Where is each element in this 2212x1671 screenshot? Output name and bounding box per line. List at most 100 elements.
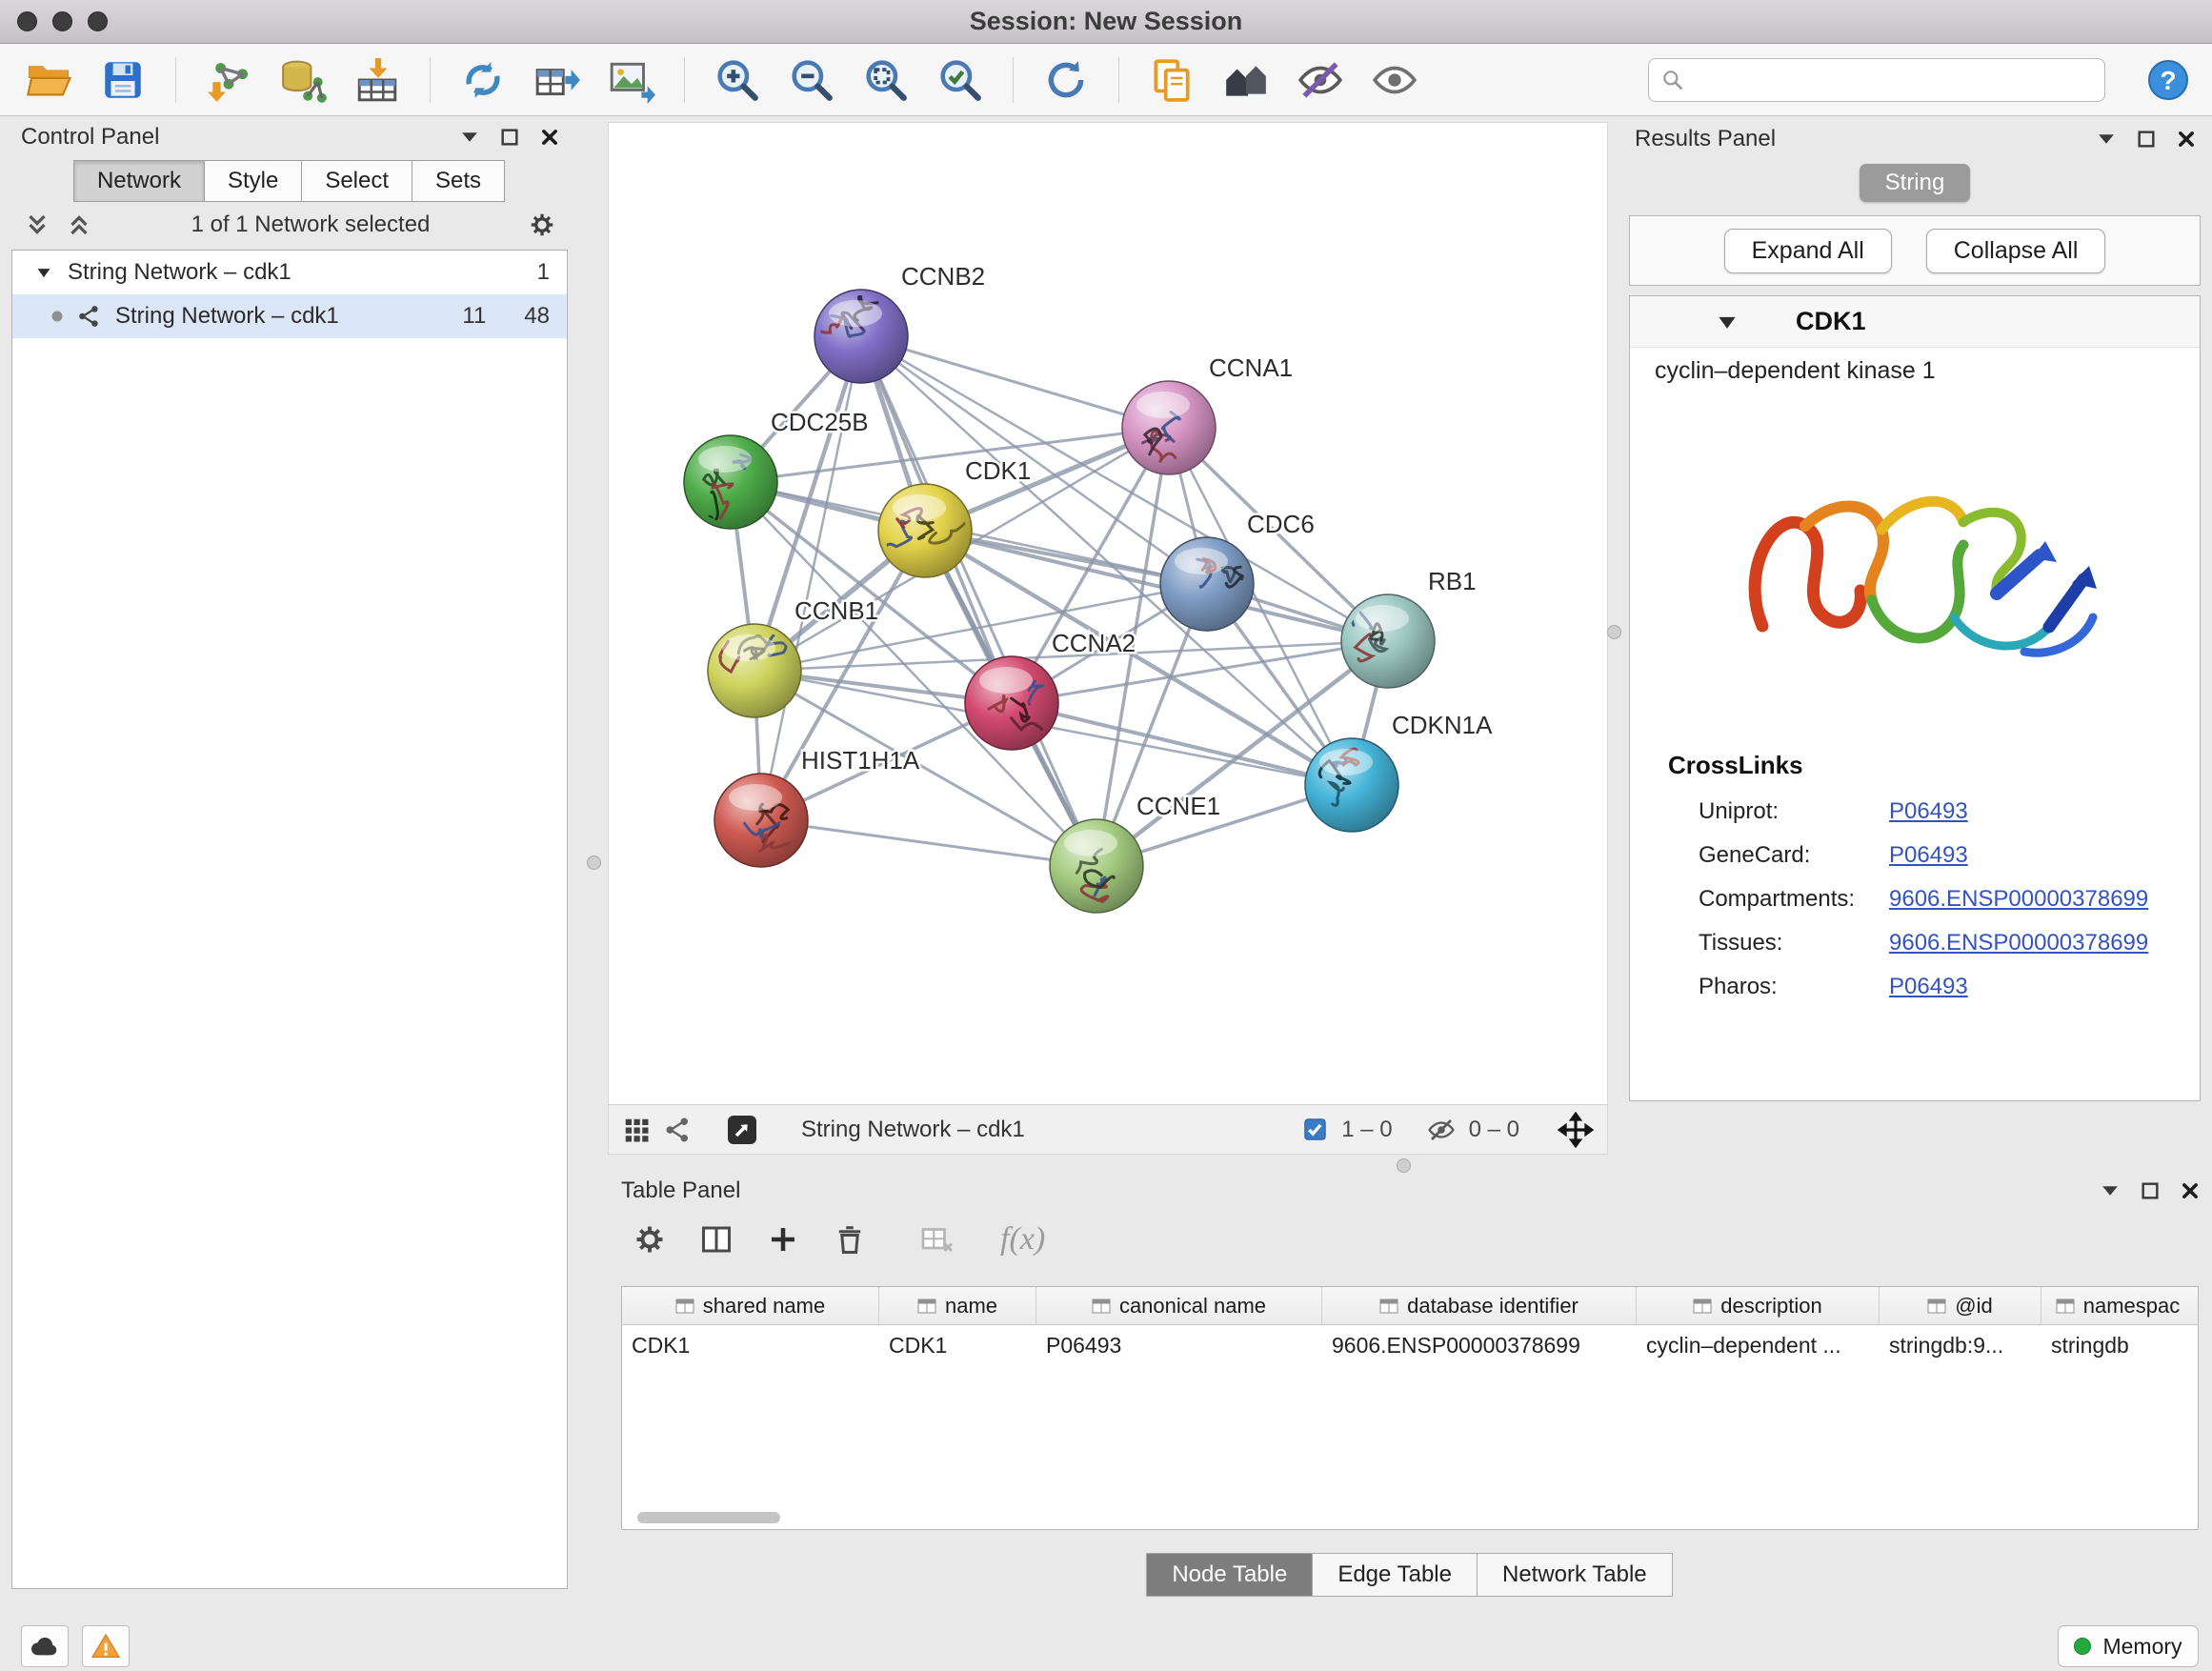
network-canvas[interactable]: CCNB2CCNA1CDC25BCDK1CDC6RB1CCNB1CCNA2CDK… <box>609 123 1607 1104</box>
cell-name[interactable]: CDK1 <box>879 1333 1036 1359</box>
import-network-file-button[interactable] <box>201 52 256 108</box>
tab-network-table[interactable]: Network Table <box>1477 1553 1673 1597</box>
column-header[interactable]: namespac <box>2041 1287 2194 1324</box>
tab-node-table[interactable]: Node Table <box>1146 1553 1313 1597</box>
cloud-status-button[interactable] <box>21 1625 69 1667</box>
cell-namespace[interactable]: stringdb <box>2041 1333 2194 1359</box>
pan-move-icon[interactable] <box>1558 1112 1594 1148</box>
tab-edge-table[interactable]: Edge Table <box>1312 1553 1478 1597</box>
show-columns-icon[interactable] <box>699 1222 734 1257</box>
cell-database-identifier[interactable]: 9606.ENSP00000378699 <box>1322 1333 1637 1359</box>
column-header[interactable]: database identifier <box>1322 1287 1637 1324</box>
selected-checkbox-icon[interactable] <box>1302 1117 1328 1142</box>
table-settings-gear-icon[interactable] <box>633 1222 667 1257</box>
expand-all-button[interactable]: Expand All <box>1724 229 1892 273</box>
open-session-button[interactable] <box>21 52 76 108</box>
zoom-fit-button[interactable] <box>858 52 914 108</box>
refresh-button[interactable] <box>1038 52 1094 108</box>
maximize-panel-icon[interactable] <box>2136 129 2157 150</box>
crosslink-link[interactable]: 9606.ENSP00000378699 <box>1889 930 2148 956</box>
network-node[interactable]: CDK1 <box>878 456 1031 577</box>
tab-select[interactable]: Select <box>301 160 412 202</box>
column-header[interactable]: name <box>879 1287 1036 1324</box>
copy-document-button[interactable] <box>1144 52 1199 108</box>
network-node[interactable]: HIST1H1A <box>714 746 920 867</box>
network-edge[interactable] <box>861 336 1169 428</box>
crosslink-link[interactable]: P06493 <box>1889 798 1968 825</box>
column-header[interactable]: @id <box>1880 1287 2041 1324</box>
column-header[interactable]: description <box>1637 1287 1880 1324</box>
tree-expand-icon[interactable] <box>35 266 52 279</box>
network-node[interactable]: CDC6 <box>1160 510 1315 631</box>
splitter-knob[interactable] <box>1607 625 1621 639</box>
export-image-button[interactable] <box>604 52 659 108</box>
cell-id[interactable]: stringdb:9... <box>1880 1333 2041 1359</box>
network-share-icon[interactable] <box>664 1116 693 1144</box>
expand-all-icon[interactable] <box>65 211 93 239</box>
delete-column-trash-icon[interactable] <box>833 1222 867 1257</box>
hide-graphics-button[interactable] <box>1293 52 1348 108</box>
birdseye-view-icon[interactable] <box>725 1113 759 1147</box>
gear-icon[interactable] <box>528 211 556 239</box>
splitter-knob[interactable] <box>587 856 601 870</box>
import-table-button[interactable] <box>350 52 405 108</box>
clear-table-icon[interactable] <box>920 1222 955 1257</box>
splitter-knob[interactable] <box>1397 1158 1411 1173</box>
tab-network[interactable]: Network <box>73 160 205 202</box>
network-node[interactable]: CDKN1A <box>1305 711 1493 832</box>
window-minimize-button[interactable] <box>52 11 72 31</box>
close-panel-icon[interactable] <box>539 127 560 148</box>
import-network-database-button[interactable] <box>275 52 331 108</box>
cell-shared-name[interactable]: CDK1 <box>622 1333 879 1359</box>
collapse-all-icon[interactable] <box>23 211 51 239</box>
float-panel-icon[interactable] <box>459 127 480 148</box>
table-row[interactable]: CDK1 CDK1 P06493 9606.ENSP00000378699 cy… <box>622 1325 2198 1365</box>
collapse-section-icon[interactable] <box>1716 311 1739 333</box>
network-edge[interactable] <box>761 820 1096 866</box>
tab-sets[interactable]: Sets <box>412 160 505 202</box>
export-table-button[interactable] <box>530 52 585 108</box>
column-header[interactable]: shared name <box>622 1287 879 1324</box>
add-column-icon[interactable] <box>766 1222 800 1257</box>
function-builder-icon[interactable]: f(x) <box>1000 1221 1045 1258</box>
search-input[interactable] <box>1695 67 2093 93</box>
network-row-selected[interactable]: String Network – cdk1 11 48 <box>12 294 567 338</box>
hidden-eye-slash-icon[interactable] <box>1427 1116 1456 1144</box>
zoom-out-button[interactable] <box>784 52 839 108</box>
memory-button[interactable]: Memory <box>2058 1625 2199 1667</box>
tab-style[interactable]: Style <box>204 160 302 202</box>
close-panel-icon[interactable] <box>2176 129 2197 150</box>
network-collection-row[interactable]: String Network – cdk1 1 <box>12 251 567 294</box>
maximize-panel-icon[interactable] <box>2140 1180 2161 1201</box>
window-close-button[interactable] <box>17 11 37 31</box>
close-panel-icon[interactable] <box>2180 1180 2201 1201</box>
save-session-button[interactable] <box>95 52 151 108</box>
cell-description[interactable]: cyclin–dependent ... <box>1637 1333 1880 1359</box>
network-edge[interactable] <box>861 336 1096 866</box>
grid-view-icon[interactable] <box>622 1116 651 1144</box>
crosslink-link[interactable]: P06493 <box>1889 974 1968 1000</box>
network-node[interactable]: CCNA2 <box>965 629 1136 750</box>
show-graphics-button[interactable] <box>1367 52 1422 108</box>
cell-canonical-name[interactable]: P06493 <box>1036 1333 1322 1359</box>
home-button[interactable] <box>1218 52 1274 108</box>
maximize-panel-icon[interactable] <box>499 127 520 148</box>
crosslink-link[interactable]: 9606.ENSP00000378699 <box>1889 886 2148 913</box>
help-button[interactable]: ? <box>2145 57 2191 103</box>
collapse-all-button[interactable]: Collapse All <box>1926 229 2106 273</box>
window-zoom-button[interactable] <box>88 11 108 31</box>
float-panel-icon[interactable] <box>2096 129 2117 150</box>
zoom-in-button[interactable] <box>710 52 765 108</box>
float-panel-icon[interactable] <box>2100 1180 2121 1201</box>
horizontal-scrollbar[interactable] <box>637 1512 780 1523</box>
results-tab-string[interactable]: String <box>1860 164 1970 202</box>
gene-card-header[interactable]: CDK1 <box>1630 296 2200 348</box>
crosslink-link[interactable]: P06493 <box>1889 842 1968 869</box>
network-node[interactable]: RB1 <box>1341 567 1477 688</box>
network-node[interactable]: CCNA1 <box>1122 353 1293 474</box>
zoom-selected-button[interactable] <box>933 52 988 108</box>
warnings-button[interactable] <box>82 1625 130 1667</box>
export-network-button[interactable] <box>455 52 511 108</box>
column-header[interactable]: canonical name <box>1036 1287 1322 1324</box>
network-node[interactable]: CCNE1 <box>1050 792 1220 913</box>
